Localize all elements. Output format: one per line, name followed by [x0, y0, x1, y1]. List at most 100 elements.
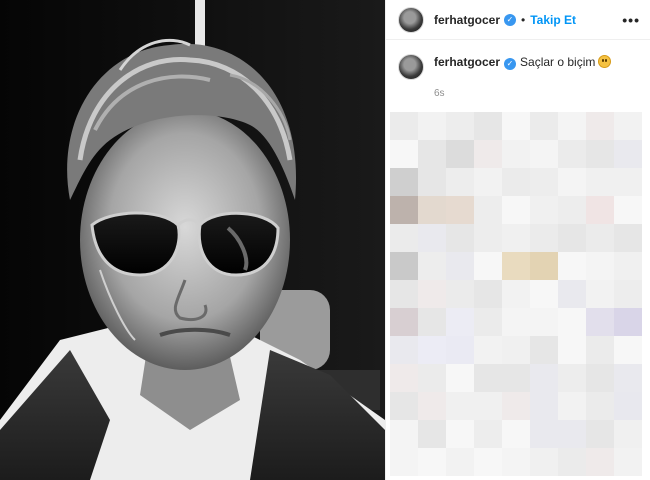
blur-cell	[446, 420, 474, 448]
blur-cell	[446, 252, 474, 280]
blur-cell	[530, 420, 558, 448]
blur-cell	[614, 280, 642, 308]
blur-cell	[446, 196, 474, 224]
blur-cell	[614, 364, 642, 392]
blur-cell	[418, 280, 446, 308]
blur-cell	[390, 308, 418, 336]
blur-cell	[418, 168, 446, 196]
blur-cell	[530, 112, 558, 140]
blur-cell	[418, 336, 446, 364]
blur-cell	[558, 224, 586, 252]
blur-cell	[502, 112, 530, 140]
blur-cell	[558, 420, 586, 448]
blur-cell	[586, 252, 614, 280]
blur-cell	[502, 196, 530, 224]
blur-cell	[474, 140, 502, 168]
blur-cell	[558, 448, 586, 476]
blur-cell	[446, 364, 474, 392]
blur-cell	[530, 448, 558, 476]
blur-cell	[446, 392, 474, 420]
blur-cell	[502, 392, 530, 420]
post-photo[interactable]	[0, 0, 385, 480]
blur-cell	[558, 280, 586, 308]
caption-body: ferhatgocer ✓ Saçlar o biçim	[434, 54, 612, 70]
blur-cell	[586, 140, 614, 168]
blur-cell	[474, 168, 502, 196]
blur-cell	[474, 252, 502, 280]
blur-cell	[390, 252, 418, 280]
blur-cell	[390, 420, 418, 448]
blur-cell	[502, 140, 530, 168]
blur-cell	[502, 308, 530, 336]
blur-cell	[586, 112, 614, 140]
blur-cell	[586, 364, 614, 392]
caption-username[interactable]: ferhatgocer	[434, 55, 500, 69]
blur-cell	[558, 336, 586, 364]
blur-cell	[558, 364, 586, 392]
blur-cell	[418, 252, 446, 280]
blur-cell	[446, 112, 474, 140]
blur-cell	[530, 364, 558, 392]
instagram-post: ferhatgocer ✓ • Takip Et ••• ferhatgocer…	[0, 0, 650, 480]
blur-cell	[530, 280, 558, 308]
blur-cell	[558, 168, 586, 196]
blur-cell	[586, 224, 614, 252]
more-options-icon[interactable]: •••	[622, 12, 640, 28]
blur-cell	[502, 224, 530, 252]
blur-cell	[390, 392, 418, 420]
blur-cell	[418, 224, 446, 252]
blur-cell	[530, 252, 558, 280]
verified-badge-icon: ✓	[504, 13, 517, 26]
blurred-comments-area	[386, 112, 650, 480]
blur-cell	[558, 392, 586, 420]
blur-cell	[418, 196, 446, 224]
blur-cell	[418, 392, 446, 420]
blur-cell	[614, 224, 642, 252]
blur-cell	[614, 196, 642, 224]
blur-cell	[418, 308, 446, 336]
post-timestamp[interactable]: 6s	[434, 88, 650, 99]
blur-cell	[474, 392, 502, 420]
blur-cell	[390, 224, 418, 252]
blur-cell	[502, 448, 530, 476]
blur-cell	[614, 140, 642, 168]
blur-cell	[390, 364, 418, 392]
blur-cell	[502, 336, 530, 364]
header-username[interactable]: ferhatgocer	[434, 13, 500, 27]
blur-cell	[530, 336, 558, 364]
blur-cell	[474, 196, 502, 224]
blur-cell	[586, 392, 614, 420]
blur-cell	[558, 252, 586, 280]
blur-cell	[614, 168, 642, 196]
blur-cell	[586, 280, 614, 308]
blur-cell	[390, 280, 418, 308]
blur-cell	[530, 140, 558, 168]
blur-cell	[502, 252, 530, 280]
blur-cell	[418, 364, 446, 392]
blur-cell	[502, 168, 530, 196]
blur-cell	[418, 448, 446, 476]
post-sidebar: ferhatgocer ✓ • Takip Et ••• ferhatgocer…	[385, 0, 650, 480]
avatar[interactable]	[398, 6, 424, 33]
blur-cell	[530, 308, 558, 336]
blur-cell	[446, 224, 474, 252]
blur-cell	[418, 420, 446, 448]
blur-cell	[418, 140, 446, 168]
blur-cell	[586, 420, 614, 448]
blur-cell	[474, 224, 502, 252]
blur-cell	[446, 336, 474, 364]
blur-cell	[530, 392, 558, 420]
blur-cell	[530, 224, 558, 252]
blur-cell	[614, 336, 642, 364]
blur-cell	[474, 420, 502, 448]
blur-cell	[502, 420, 530, 448]
blur-cell	[614, 448, 642, 476]
blur-cell	[558, 308, 586, 336]
blur-cell	[474, 308, 502, 336]
caption-avatar[interactable]	[398, 54, 424, 80]
blur-cell	[390, 168, 418, 196]
blur-cell	[418, 112, 446, 140]
blur-cell	[390, 336, 418, 364]
follow-button[interactable]: Takip Et	[530, 13, 576, 27]
blur-cell	[558, 112, 586, 140]
